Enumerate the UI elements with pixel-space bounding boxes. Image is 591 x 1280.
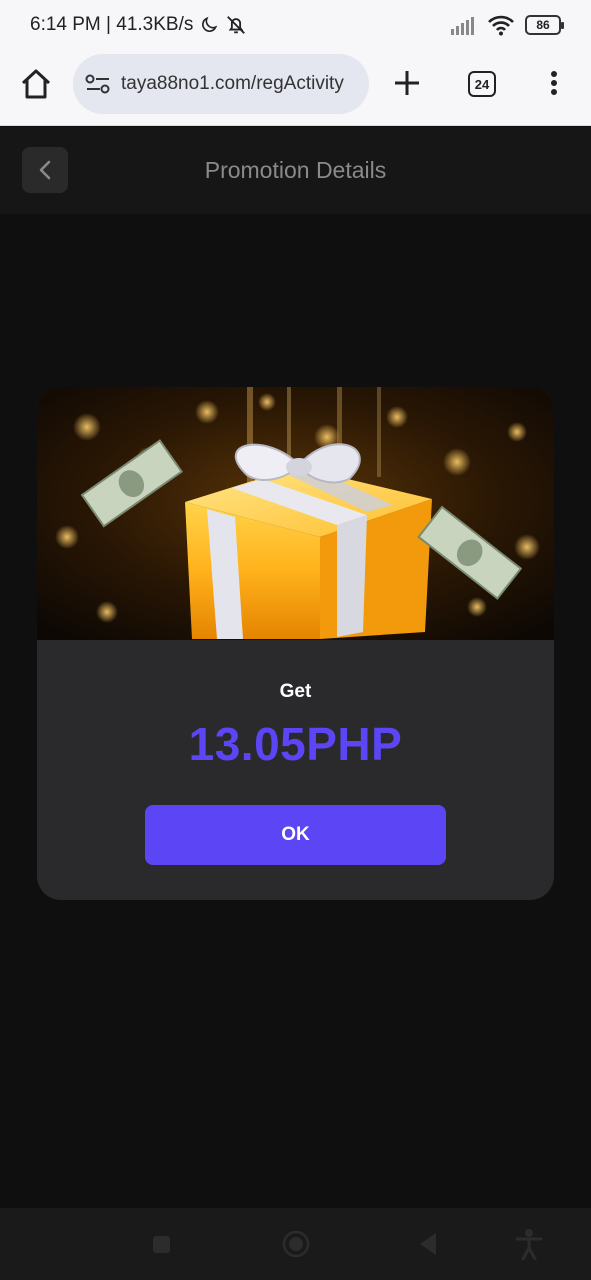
accessibility-icon[interactable]: [514, 1228, 544, 1260]
battery-level: 86: [536, 18, 550, 32]
url-text[interactable]: taya88no1.com/regActivity: [121, 73, 344, 95]
moon-icon: [202, 16, 218, 32]
status-left: 6:14 PM | 41.3KB/s: [30, 14, 247, 36]
wifi-icon: [488, 15, 514, 36]
status-time-speed: 6:14 PM | 41.3KB/s: [30, 14, 194, 35]
home-circle-icon[interactable]: [282, 1230, 310, 1258]
bell-off-icon: [227, 16, 246, 34]
status-right: 86: [451, 14, 564, 36]
promo-label: Get: [279, 681, 312, 702]
plus-icon[interactable]: [390, 66, 424, 100]
tab-count: 24: [474, 76, 490, 92]
system-nav-bar: [0, 1208, 591, 1280]
battery-icon: 86: [525, 15, 564, 35]
promotion-card: Get 13.05PHP OK: [37, 387, 554, 900]
signal-icon: [451, 17, 474, 35]
site-settings-icon[interactable]: [85, 71, 111, 97]
browser-toolbar: taya88no1.com/regActivity 24: [0, 52, 591, 126]
ok-button[interactable]: OK: [145, 805, 446, 865]
address-bar[interactable]: taya88no1.com/regActivity: [73, 54, 369, 114]
page-title: Promotion Details: [204, 157, 387, 183]
tabs-icon[interactable]: 24: [468, 71, 496, 97]
gift-box-image: [37, 387, 554, 640]
app-header: Promotion Details: [0, 127, 591, 214]
home-icon[interactable]: [18, 66, 54, 102]
status-bar: 6:14 PM | 41.3KB/s 86: [0, 0, 591, 52]
nav-back-icon[interactable]: [416, 1231, 440, 1257]
recents-icon[interactable]: [153, 1236, 170, 1253]
menu-icon[interactable]: [546, 66, 562, 100]
promo-amount: 13.05PHP: [188, 718, 403, 770]
